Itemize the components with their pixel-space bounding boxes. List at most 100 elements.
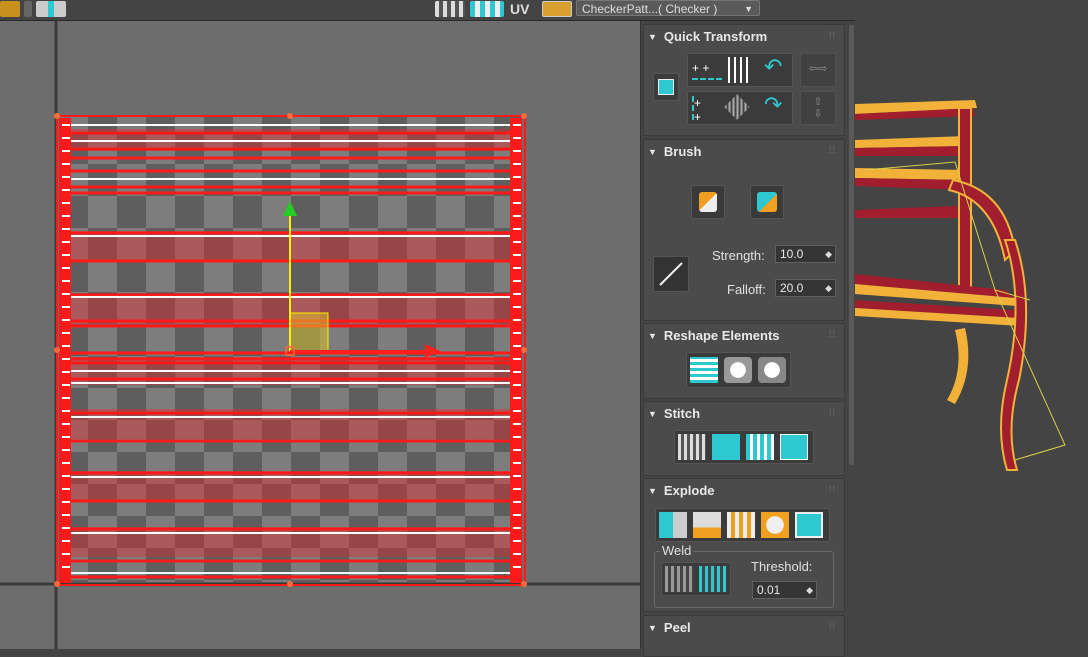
uv-left-edge xyxy=(59,118,71,583)
spinner-arrows-icon[interactable]: ◆ xyxy=(806,582,813,598)
uv-canvas[interactable] xyxy=(0,21,640,649)
chair-back-slat xyxy=(855,206,959,218)
drag-grip-icon[interactable]: ⁞⁞ xyxy=(829,621,836,631)
rollout-reshape-elements: ▼ Reshape Elements ⁞⁞ xyxy=(643,323,845,399)
rollout-header-quick-transform[interactable]: ▼ Quick Transform xyxy=(648,29,767,44)
space-vertical-icon[interactable] xyxy=(728,57,752,83)
weld-selected-icon[interactable] xyxy=(665,566,693,592)
flip-horizontal-button[interactable]: ⇦⇨ xyxy=(800,53,836,87)
texture-settings-icon[interactable] xyxy=(542,1,572,17)
relax-brush-button[interactable] xyxy=(691,185,725,219)
stitch-average-icon[interactable] xyxy=(746,434,774,460)
relax-icon[interactable] xyxy=(724,357,752,383)
relax-settings-icon[interactable] xyxy=(758,357,786,383)
uv-editor-viewport[interactable] xyxy=(0,21,640,649)
threshold-spinner[interactable]: 0.01 ◆ xyxy=(752,581,817,599)
flatten-by-smoothing-icon[interactable] xyxy=(693,512,721,538)
straighten-selection-icon[interactable] xyxy=(690,357,718,383)
toolbar-separator-icon xyxy=(24,1,32,17)
align-horizontal-icon[interactable]: + + xyxy=(692,62,722,80)
stitch-buttons xyxy=(674,430,814,464)
transform-handle-tr[interactable] xyxy=(521,113,527,119)
drag-grip-icon[interactable]: ⁞⁞ xyxy=(829,30,836,40)
rollout-title: Reshape Elements xyxy=(663,328,780,343)
align-row-bottom: + + ↷ xyxy=(687,91,793,125)
line-brush-icon xyxy=(659,262,683,286)
stitch-source-icon[interactable] xyxy=(712,434,740,460)
map-dropdown[interactable]: CheckerPatt...( Checker ) ▼ xyxy=(576,0,760,16)
transform-handle-br[interactable] xyxy=(521,581,527,587)
panel-scrollbar[interactable] xyxy=(849,25,854,465)
pivot-icon xyxy=(658,79,674,95)
gizmo-plane-handle[interactable] xyxy=(289,312,329,352)
flatten-by-material-icon[interactable] xyxy=(727,512,755,538)
transform-handle-right[interactable] xyxy=(521,347,527,353)
rollout-header-reshape[interactable]: ▼ Reshape Elements xyxy=(648,328,780,343)
explode-buttons xyxy=(655,508,830,542)
rollout-explode: ▼ Explode ⁞⁞ Weld Threshold: 0.01 ◆ xyxy=(643,478,845,612)
straighten-icon[interactable] xyxy=(724,94,750,120)
uv-channel-label: UV xyxy=(510,1,530,17)
falloff-spinner[interactable]: 20.0 ◆ xyxy=(775,279,836,297)
chair-front-leg xyxy=(1000,239,1028,471)
perspective-viewport[interactable] xyxy=(855,0,1088,649)
rollout-title: Explode xyxy=(663,483,715,498)
weld-group: Weld Threshold: 0.01 ◆ xyxy=(654,543,834,608)
mirror-icon[interactable] xyxy=(36,1,66,17)
uv-tools-panel: ▼ Quick Transform ⁞⁞ + + ↶ + + ↷ ⇦⇨ ⇧ ⇩ ▼ Br… xyxy=(640,21,856,657)
pivot-button[interactable] xyxy=(653,73,679,101)
align-row-top: + + ↶ xyxy=(687,53,793,87)
threshold-label: Threshold: xyxy=(751,559,813,574)
rollout-header-explode[interactable]: ▼ Explode xyxy=(648,483,715,498)
rollout-title: Brush xyxy=(663,144,702,159)
uv-shell-band xyxy=(59,471,522,501)
rollout-stitch: ▼ Stitch ⁞⁞ xyxy=(643,401,845,476)
strength-value: 10.0 xyxy=(780,247,804,261)
snap-icon[interactable] xyxy=(0,1,20,17)
chair-back-slat xyxy=(855,136,969,148)
stitch-custom-icon[interactable] xyxy=(678,434,706,460)
transform-handle-tl[interactable] xyxy=(54,113,60,119)
chevron-down-icon: ▼ xyxy=(744,4,753,14)
chair-model[interactable] xyxy=(855,0,1088,649)
show-map-icon[interactable] xyxy=(470,1,504,17)
spinner-arrows-icon[interactable]: ◆ xyxy=(825,246,832,262)
spinner-arrows-icon[interactable]: ◆ xyxy=(825,280,832,296)
drag-grip-icon[interactable]: ⁞⁞ xyxy=(829,407,836,417)
align-vertical-icon[interactable]: + + xyxy=(692,96,712,124)
weld-target-icon[interactable] xyxy=(699,566,727,592)
drag-grip-icon[interactable]: ⁞⁞ xyxy=(829,484,836,494)
flatten-all-icon[interactable] xyxy=(795,512,823,538)
break-icon[interactable] xyxy=(659,512,687,538)
weld-label: Weld xyxy=(660,543,694,558)
line-brush-button[interactable] xyxy=(653,256,689,292)
rollout-quick-transform: ▼ Quick Transform ⁞⁞ + + ↶ + + ↷ ⇦⇨ ⇧ ⇩ xyxy=(643,24,845,136)
flip-vertical-button[interactable]: ⇧ ⇩ xyxy=(800,91,836,125)
transform-handle-top[interactable] xyxy=(287,113,293,119)
strength-spinner[interactable]: 10.0 ◆ xyxy=(775,245,836,263)
falloff-value: 20.0 xyxy=(780,281,804,295)
top-toolbar: UV CheckerPatt...( Checker ) ▼ xyxy=(0,0,855,21)
drag-grip-icon[interactable]: ⁞⁞ xyxy=(829,145,836,155)
rollout-header-peel[interactable]: ▼ Peel xyxy=(648,620,691,635)
rollout-header-brush[interactable]: ▼ Brush xyxy=(648,144,701,159)
rollout-brush: ▼ Brush ⁞⁞ Strength: 10.0 ◆ Falloff: 20.0… xyxy=(643,139,845,321)
transform-handle-bottom[interactable] xyxy=(287,581,293,587)
threshold-value: 0.01 xyxy=(757,583,781,597)
weld-buttons xyxy=(661,562,731,596)
transform-handle-bl[interactable] xyxy=(54,581,60,587)
rotate-ccw-icon[interactable]: ↶ xyxy=(764,56,782,78)
rollout-peel: ▼ Peel ⁞⁞ xyxy=(643,615,845,657)
uv-right-edge xyxy=(510,118,522,583)
transform-handle-left[interactable] xyxy=(54,347,60,353)
rotate-cw-icon[interactable]: ↷ xyxy=(764,94,782,116)
strength-label: Strength: xyxy=(712,248,765,263)
checker-toggle-icon[interactable] xyxy=(435,1,465,17)
pin-brush-button[interactable] xyxy=(750,185,784,219)
flatten-custom-icon[interactable] xyxy=(761,512,789,538)
stitch-target-icon[interactable] xyxy=(780,434,808,460)
drag-grip-icon[interactable]: ⁞⁞ xyxy=(829,329,836,339)
rollout-title: Quick Transform xyxy=(663,29,768,44)
falloff-label: Falloff: xyxy=(727,282,766,297)
rollout-header-stitch[interactable]: ▼ Stitch xyxy=(648,406,700,421)
